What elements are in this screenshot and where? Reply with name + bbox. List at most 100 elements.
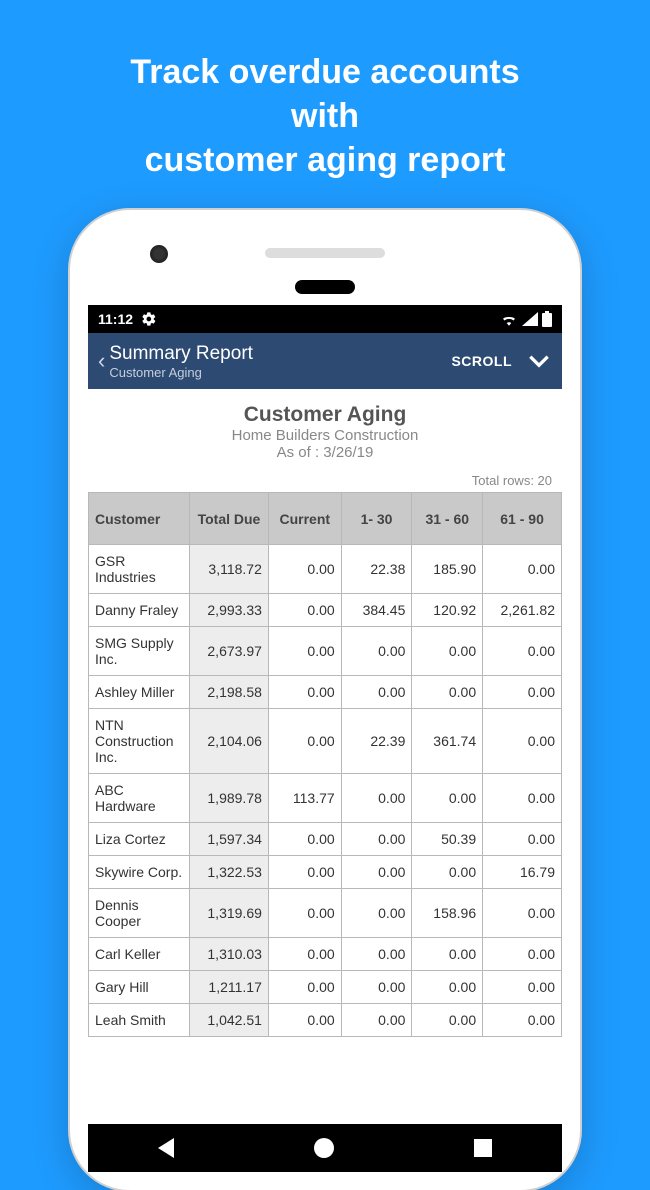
cell-customer: Danny Fraley bbox=[89, 594, 190, 627]
cell-total-due: 2,104.06 bbox=[190, 709, 269, 774]
cell-61-90: 2,261.82 bbox=[483, 594, 562, 627]
cell-current: 113.77 bbox=[268, 774, 341, 823]
cell-total-due: 1,042.51 bbox=[190, 1004, 269, 1037]
col-1-30: 1- 30 bbox=[341, 493, 412, 545]
wifi-icon bbox=[500, 312, 518, 326]
cell-total-due: 1,319.69 bbox=[190, 889, 269, 938]
table-header-row: Customer Total Due Current 1- 30 31 - 60… bbox=[89, 493, 562, 545]
cell-1-30: 0.00 bbox=[341, 889, 412, 938]
cell-customer: Liza Cortez bbox=[89, 823, 190, 856]
cell-current: 0.00 bbox=[268, 594, 341, 627]
cell-31-60: 120.92 bbox=[412, 594, 483, 627]
android-nav-bar bbox=[88, 1124, 562, 1172]
marketing-headline: Track overdue accounts with customer agi… bbox=[0, 0, 650, 213]
cell-customer: ABC Hardware bbox=[89, 774, 190, 823]
camera-icon bbox=[150, 245, 168, 263]
cell-customer: Gary Hill bbox=[89, 971, 190, 1004]
table-row[interactable]: NTN Construction Inc.2,104.060.0022.3936… bbox=[89, 709, 562, 774]
table-row[interactable]: Carl Keller1,310.030.000.000.000.00 bbox=[89, 938, 562, 971]
cell-61-90: 0.00 bbox=[483, 709, 562, 774]
headline-line2: with bbox=[291, 97, 359, 135]
home-pill bbox=[295, 280, 355, 294]
app-bar: ‹ Summary Report Customer Aging SCROLL bbox=[88, 333, 562, 389]
cell-total-due: 1,322.53 bbox=[190, 856, 269, 889]
cell-total-due: 2,673.97 bbox=[190, 627, 269, 676]
cell-customer: Dennis Cooper bbox=[89, 889, 190, 938]
headline-line1: Track overdue accounts bbox=[130, 53, 519, 91]
table-row[interactable]: Danny Fraley2,993.330.00384.45120.922,26… bbox=[89, 594, 562, 627]
cell-1-30: 0.00 bbox=[341, 627, 412, 676]
scroll-button[interactable]: SCROLL bbox=[451, 353, 512, 369]
report-title: Customer Aging bbox=[96, 403, 554, 427]
cell-1-30: 22.39 bbox=[341, 709, 412, 774]
status-bar: 11:12 bbox=[88, 305, 562, 333]
cell-31-60: 0.00 bbox=[412, 627, 483, 676]
status-time: 11:12 bbox=[98, 311, 133, 327]
cell-61-90: 0.00 bbox=[483, 971, 562, 1004]
signal-icon bbox=[522, 312, 538, 326]
cell-1-30: 0.00 bbox=[341, 856, 412, 889]
table-row[interactable]: ABC Hardware1,989.78113.770.000.000.00 bbox=[89, 774, 562, 823]
cell-customer: SMG Supply Inc. bbox=[89, 627, 190, 676]
chevron-down-icon[interactable] bbox=[526, 348, 552, 374]
phone-frame: 11:12 ‹ Summary Report bbox=[70, 210, 580, 1190]
cell-31-60: 0.00 bbox=[412, 971, 483, 1004]
battery-icon bbox=[542, 311, 552, 327]
cell-total-due: 2,198.58 bbox=[190, 676, 269, 709]
col-61-90: 61 - 90 bbox=[483, 493, 562, 545]
cell-current: 0.00 bbox=[268, 1004, 341, 1037]
cell-customer: GSR Industries bbox=[89, 545, 190, 594]
cell-31-60: 0.00 bbox=[412, 774, 483, 823]
cell-61-90: 0.00 bbox=[483, 676, 562, 709]
cell-customer: Skywire Corp. bbox=[89, 856, 190, 889]
col-total-due: Total Due bbox=[190, 493, 269, 545]
cell-total-due: 1,211.17 bbox=[190, 971, 269, 1004]
cell-1-30: 0.00 bbox=[341, 1004, 412, 1037]
cell-31-60: 361.74 bbox=[412, 709, 483, 774]
cell-total-due: 1,989.78 bbox=[190, 774, 269, 823]
table-row[interactable]: SMG Supply Inc.2,673.970.000.000.000.00 bbox=[89, 627, 562, 676]
cell-1-30: 22.38 bbox=[341, 545, 412, 594]
table-row[interactable]: Liza Cortez1,597.340.000.0050.390.00 bbox=[89, 823, 562, 856]
cell-current: 0.00 bbox=[268, 676, 341, 709]
total-rows-label: Total rows: 20 bbox=[88, 467, 562, 492]
table-row[interactable]: Ashley Miller2,198.580.000.000.000.00 bbox=[89, 676, 562, 709]
table-row[interactable]: Dennis Cooper1,319.690.000.00158.960.00 bbox=[89, 889, 562, 938]
cell-31-60: 0.00 bbox=[412, 856, 483, 889]
cell-current: 0.00 bbox=[268, 938, 341, 971]
aging-table[interactable]: Customer Total Due Current 1- 30 31 - 60… bbox=[88, 492, 562, 1037]
nav-back-icon[interactable] bbox=[158, 1138, 174, 1158]
table-row[interactable]: GSR Industries3,118.720.0022.38185.900.0… bbox=[89, 545, 562, 594]
cell-current: 0.00 bbox=[268, 889, 341, 938]
cell-31-60: 0.00 bbox=[412, 676, 483, 709]
speaker-grille bbox=[265, 248, 385, 258]
cell-total-due: 1,597.34 bbox=[190, 823, 269, 856]
cell-current: 0.00 bbox=[268, 545, 341, 594]
cell-customer: Ashley Miller bbox=[89, 676, 190, 709]
table-row[interactable]: Leah Smith1,042.510.000.000.000.00 bbox=[89, 1004, 562, 1037]
cell-61-90: 0.00 bbox=[483, 545, 562, 594]
cell-31-60: 0.00 bbox=[412, 1004, 483, 1037]
appbar-subtitle: Customer Aging bbox=[109, 365, 451, 380]
cell-31-60: 158.96 bbox=[412, 889, 483, 938]
cell-1-30: 0.00 bbox=[341, 774, 412, 823]
report-header: Customer Aging Home Builders Constructio… bbox=[88, 389, 562, 467]
back-icon[interactable]: ‹ bbox=[98, 348, 105, 374]
cell-31-60: 0.00 bbox=[412, 938, 483, 971]
table-row[interactable]: Skywire Corp.1,322.530.000.000.0016.79 bbox=[89, 856, 562, 889]
cell-61-90: 0.00 bbox=[483, 627, 562, 676]
cell-61-90: 0.00 bbox=[483, 938, 562, 971]
cell-61-90: 0.00 bbox=[483, 889, 562, 938]
table-row[interactable]: Gary Hill1,211.170.000.000.000.00 bbox=[89, 971, 562, 1004]
cell-1-30: 0.00 bbox=[341, 971, 412, 1004]
cell-61-90: 0.00 bbox=[483, 1004, 562, 1037]
appbar-title: Summary Report bbox=[109, 343, 451, 365]
nav-home-icon[interactable] bbox=[314, 1138, 334, 1158]
cell-1-30: 0.00 bbox=[341, 676, 412, 709]
cell-current: 0.00 bbox=[268, 971, 341, 1004]
cell-1-30: 0.00 bbox=[341, 823, 412, 856]
nav-recent-icon[interactable] bbox=[474, 1139, 492, 1157]
col-31-60: 31 - 60 bbox=[412, 493, 483, 545]
cell-1-30: 384.45 bbox=[341, 594, 412, 627]
cell-customer: Carl Keller bbox=[89, 938, 190, 971]
